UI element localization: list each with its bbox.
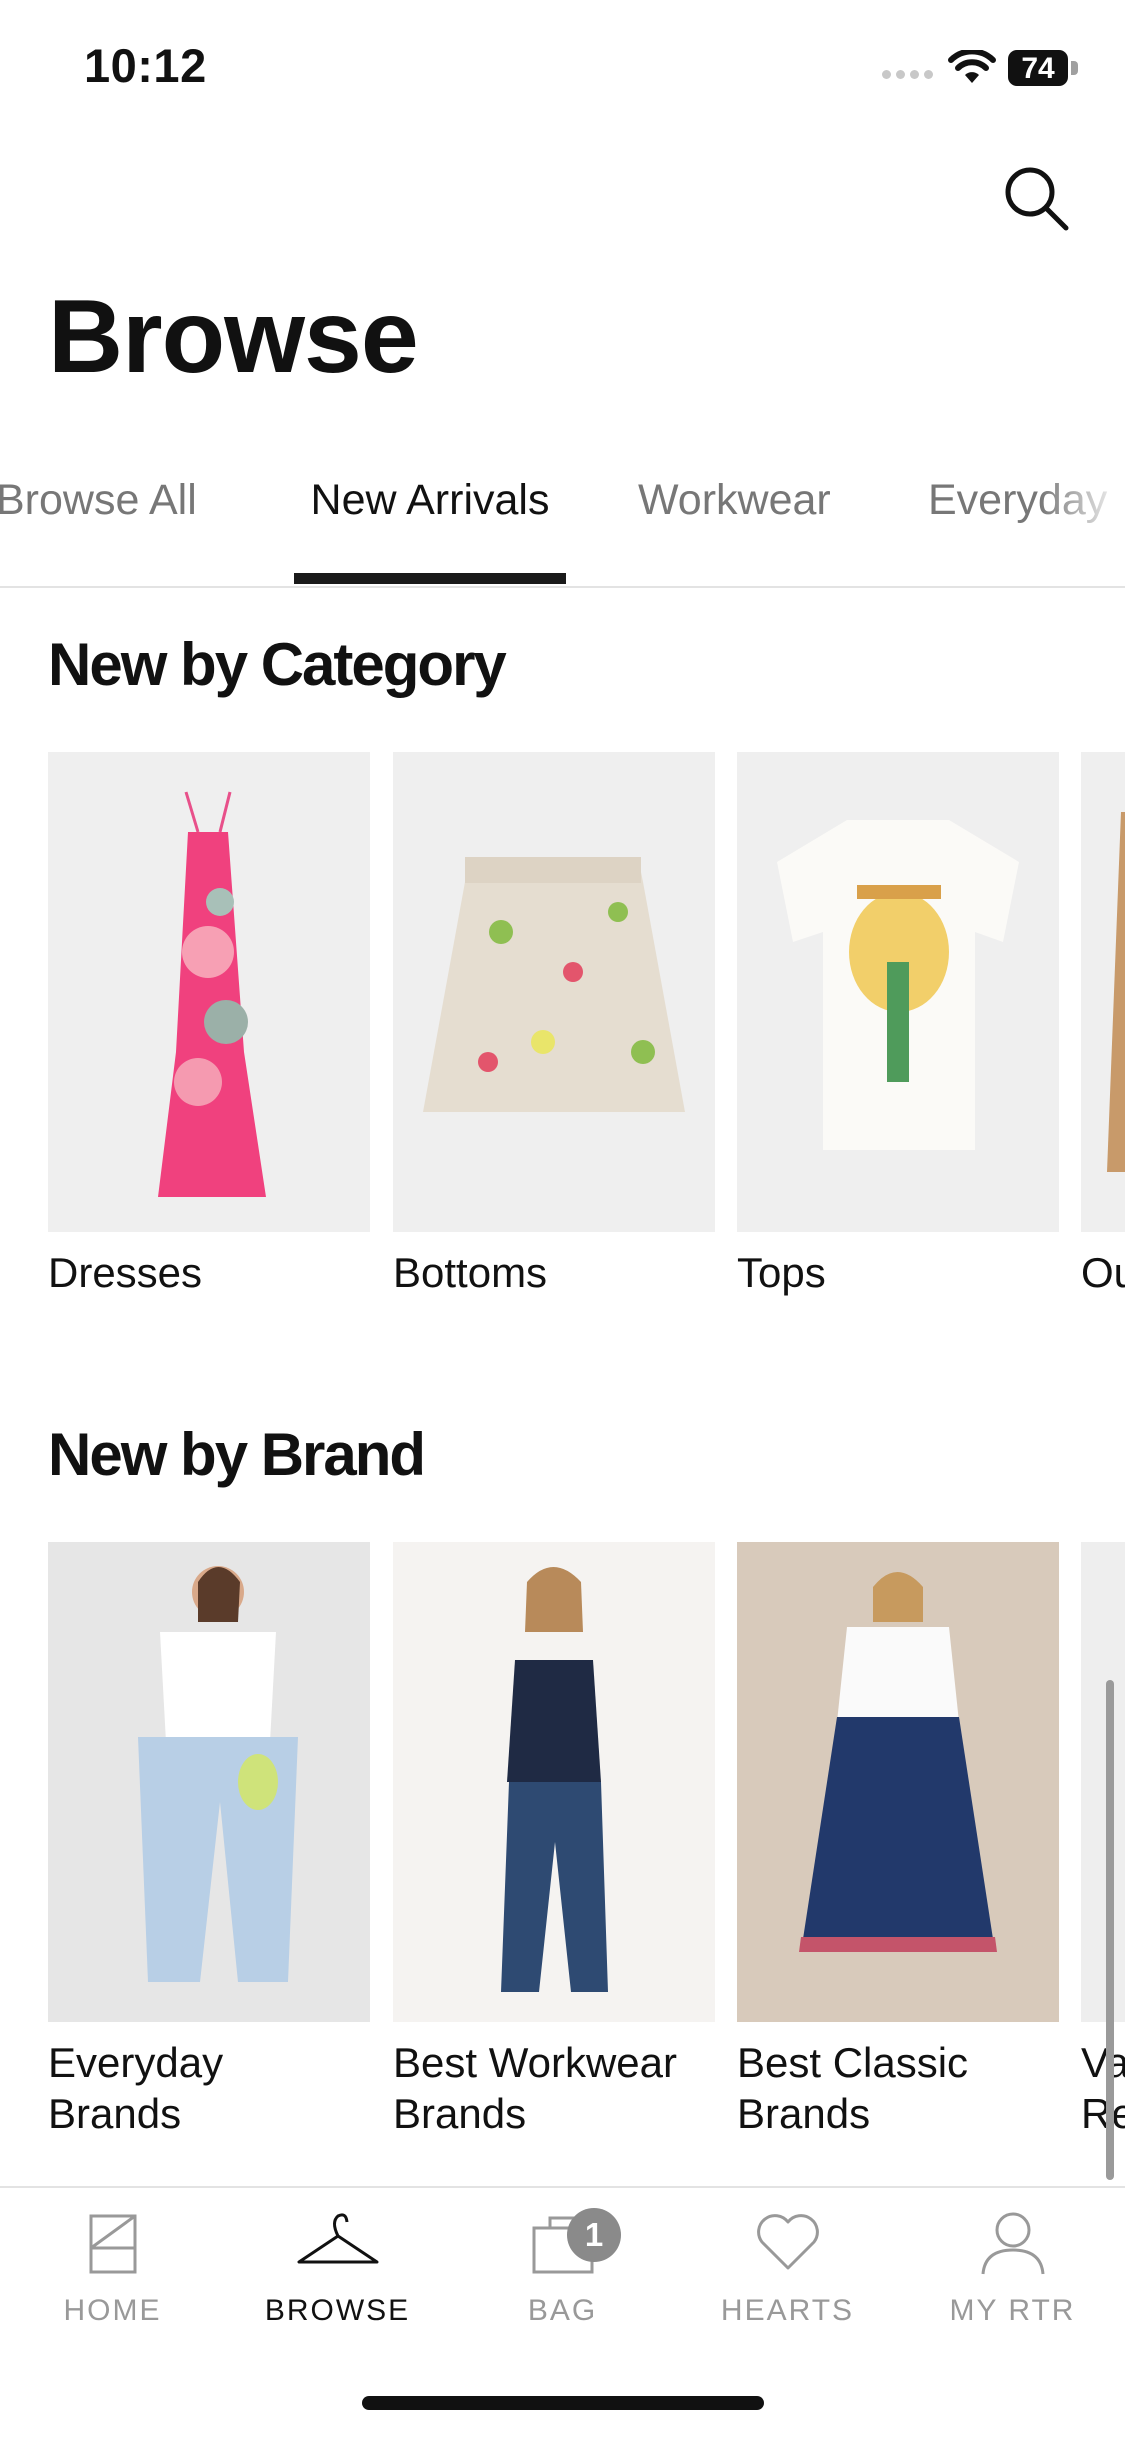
wifi-icon <box>948 50 996 83</box>
hanger-icon <box>297 2213 378 2264</box>
outerwear-image <box>1081 752 1125 1232</box>
brand-card-workwear[interactable]: Best Workwear Brands <box>393 1542 715 2139</box>
bag-count-badge: 1 <box>567 2208 621 2262</box>
brand-card-partial[interactable]: Va Re <box>1081 1542 1125 2139</box>
model-image <box>48 1542 370 2022</box>
model-image <box>737 1542 1059 2022</box>
tshirt-image <box>737 752 1059 1232</box>
profile-icon <box>981 2212 1044 2275</box>
brand-card-everyday[interactable]: Everyday Brands <box>48 1542 370 2139</box>
brand-label: Everyday Brands <box>48 2039 224 2137</box>
tabs-fade-overlay <box>1040 468 1125 578</box>
category-card-tops[interactable]: Tops <box>737 752 1059 1298</box>
brand-card-classic[interactable]: Best Classic Brands <box>737 1542 1059 2139</box>
category-label: Tops <box>737 1249 826 1296</box>
model-image <box>393 1542 715 2022</box>
category-label: Bottoms <box>393 1249 548 1296</box>
browse-tabs: Browse All New Arrivals Workwear Everyda… <box>0 468 1125 588</box>
category-card-bottoms[interactable]: Bottoms <box>393 752 715 1298</box>
nav-hearts[interactable]: HEARTS <box>675 2208 900 2328</box>
heart-icon <box>756 2214 819 2270</box>
nav-label: HEARTS <box>720 2294 855 2327</box>
scrollbar[interactable] <box>1106 1680 1114 2180</box>
nav-label: BROWSE <box>264 2294 411 2327</box>
status-time: 10:12 <box>84 39 207 92</box>
home-icon <box>89 2214 136 2274</box>
nav-home[interactable]: HOME <box>0 2208 225 2328</box>
brand-label: Best Workwear Brands <box>393 2039 677 2137</box>
brand-label: Best Classic Brands <box>737 2039 969 2137</box>
tab-browse-all[interactable]: Browse All <box>0 468 197 584</box>
category-label: Ou <box>1081 1249 1125 1296</box>
tab-new-arrivals[interactable]: New Arrivals <box>294 468 566 584</box>
model-image <box>1081 1542 1125 2022</box>
home-indicator <box>362 2396 764 2410</box>
nav-my-rtr[interactable]: MY RTR <box>900 2208 1125 2328</box>
category-card-dresses[interactable]: Dresses <box>48 752 370 1298</box>
dress-image <box>48 752 370 1232</box>
nav-bag[interactable]: 1 BAG <box>450 2208 675 2328</box>
cellular-signal-icon <box>882 70 933 79</box>
battery-icon: 74 <box>1008 50 1080 86</box>
search-icon[interactable] <box>1000 162 1072 234</box>
tab-workwear[interactable]: Workwear <box>638 468 831 584</box>
nav-label: MY RTR <box>949 2294 1076 2327</box>
nav-label: BAG <box>527 2294 598 2327</box>
category-card-outerwear[interactable]: Ou <box>1081 752 1125 1298</box>
nav-label: HOME <box>63 2294 162 2327</box>
nav-browse[interactable]: BROWSE <box>225 2208 450 2328</box>
skirt-image <box>393 752 715 1232</box>
section-title-category: New by Category <box>48 631 507 698</box>
section-title-brand: New by Brand <box>48 1421 426 1488</box>
brand-label: Va Re <box>1081 2039 1125 2137</box>
category-label: Dresses <box>48 1249 203 1296</box>
battery-percent: 74 <box>1021 52 1055 85</box>
page-title: Browse <box>48 279 419 395</box>
